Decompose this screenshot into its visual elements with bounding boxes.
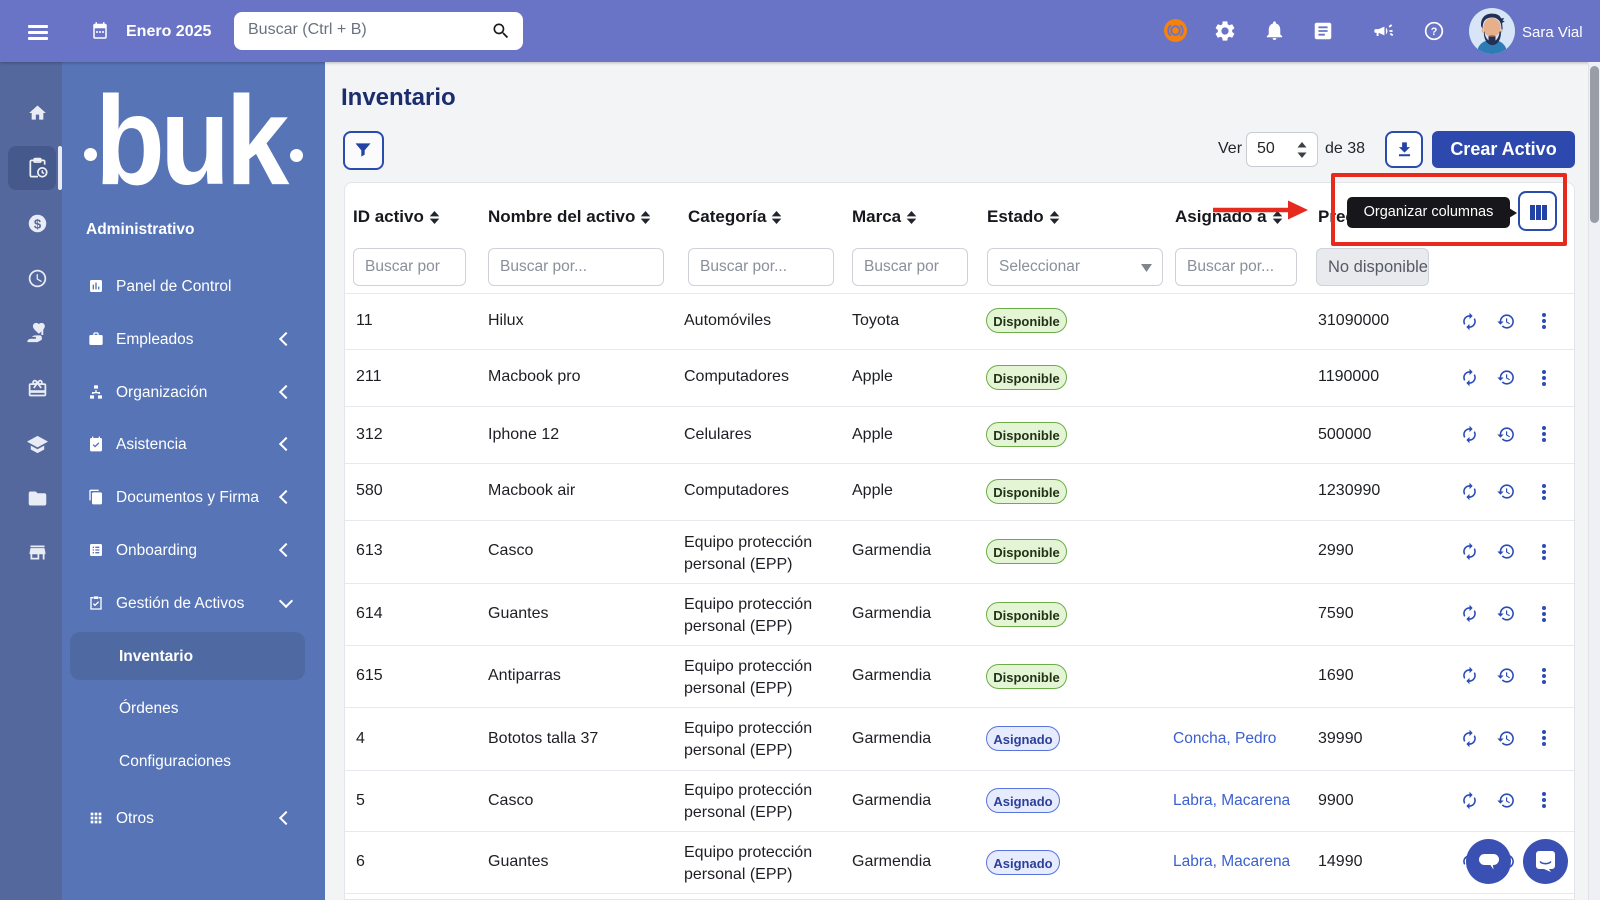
svg-text:?: ?	[1431, 26, 1438, 38]
svg-text:$: $	[34, 216, 42, 231]
